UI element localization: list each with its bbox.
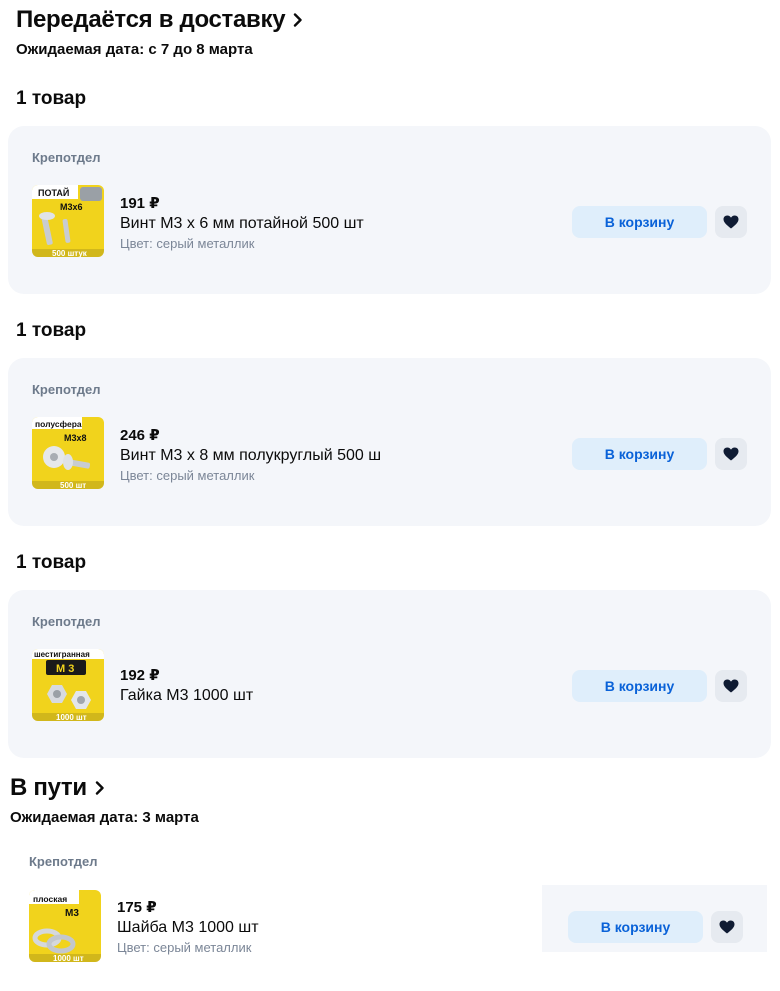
order-card: Крепотдел ПОТАЙ M3x6 500 штук 191 ₽ Винт… (8, 126, 771, 294)
expected-date: Ожидаемая дата: 3 марта (10, 809, 199, 826)
order-card: Крепотдел плоская М3 1000 шт 175 ₽ Шайба… (5, 830, 768, 991)
order-card: Крепотдел шестигранная М 3 1000 шт 192 ₽… (8, 590, 771, 758)
chevron-right-icon (294, 13, 302, 27)
section-title: В пути (10, 774, 87, 801)
svg-text:500 шт: 500 шт (60, 481, 86, 489)
svg-text:шестигранная: шестигранная (34, 650, 90, 659)
product-image[interactable]: шестигранная М 3 1000 шт (32, 649, 104, 721)
svg-text:1000 шт: 1000 шт (53, 954, 84, 962)
product-price: 246 ₽ (120, 427, 160, 444)
section-delivery-header[interactable]: Передаётся в доставку (16, 6, 303, 34)
section-in-transit-header[interactable]: В пути (10, 774, 105, 802)
product-price: 191 ₽ (120, 195, 160, 212)
svg-text:плоская: плоская (33, 894, 67, 904)
items-count: 1 товар (16, 320, 87, 341)
items-count: 1 товар (16, 552, 87, 573)
product-image[interactable]: плоская М3 1000 шт (29, 890, 101, 962)
favorite-button[interactable] (715, 206, 747, 238)
section-title: Передаётся в доставку (16, 6, 286, 33)
product-color: Цвет: серый металлик (120, 236, 255, 251)
items-count: 1 товар (16, 88, 87, 109)
svg-text:М 3: М 3 (56, 663, 74, 675)
seller-name[interactable]: Крепотдел (32, 614, 101, 629)
add-to-cart-button[interactable]: В корзину (572, 438, 707, 470)
heart-icon (723, 447, 739, 461)
seller-name[interactable]: Крепотдел (29, 854, 98, 869)
svg-text:М3: М3 (65, 908, 79, 919)
product-image[interactable]: полусфера M3x8 500 шт (32, 417, 104, 489)
heart-icon (723, 215, 739, 229)
add-to-cart-button[interactable]: В корзину (568, 911, 703, 943)
order-card: Крепотдел полусфера M3x8 500 шт 246 ₽ Ви… (8, 358, 771, 526)
heart-icon (723, 679, 739, 693)
svg-text:ПОТАЙ: ПОТАЙ (38, 187, 69, 198)
svg-text:M3x8: M3x8 (64, 433, 87, 443)
product-price: 175 ₽ (117, 899, 157, 916)
product-image[interactable]: ПОТАЙ M3x6 500 штук (32, 185, 104, 257)
product-name[interactable]: Винт М3 х 6 мм потайной 500 шт (120, 215, 364, 233)
heart-icon (719, 920, 735, 934)
svg-text:полусфера: полусфера (35, 419, 82, 429)
svg-text:1000 шт: 1000 шт (56, 713, 87, 721)
product-name[interactable]: Винт М3 х 8 мм полукруглый 500 ш (120, 447, 381, 465)
product-color: Цвет: серый металлик (120, 468, 255, 483)
add-to-cart-button[interactable]: В корзину (572, 206, 707, 238)
add-to-cart-button[interactable]: В корзину (572, 670, 707, 702)
favorite-button[interactable] (715, 438, 747, 470)
favorite-button[interactable] (711, 911, 743, 943)
product-name[interactable]: Гайка М3 1000 шт (120, 687, 253, 705)
favorite-button[interactable] (715, 670, 747, 702)
expected-date: Ожидаемая дата: с 7 до 8 марта (16, 41, 253, 58)
chevron-right-icon (95, 781, 104, 795)
svg-text:M3x6: M3x6 (60, 202, 83, 212)
seller-name[interactable]: Крепотдел (32, 382, 101, 397)
product-name[interactable]: Шайба М3 1000 шт (117, 919, 259, 937)
svg-text:500 штук: 500 штук (52, 249, 88, 257)
product-color: Цвет: серый металлик (117, 940, 252, 955)
seller-name[interactable]: Крепотдел (32, 150, 101, 165)
product-price: 192 ₽ (120, 667, 160, 684)
